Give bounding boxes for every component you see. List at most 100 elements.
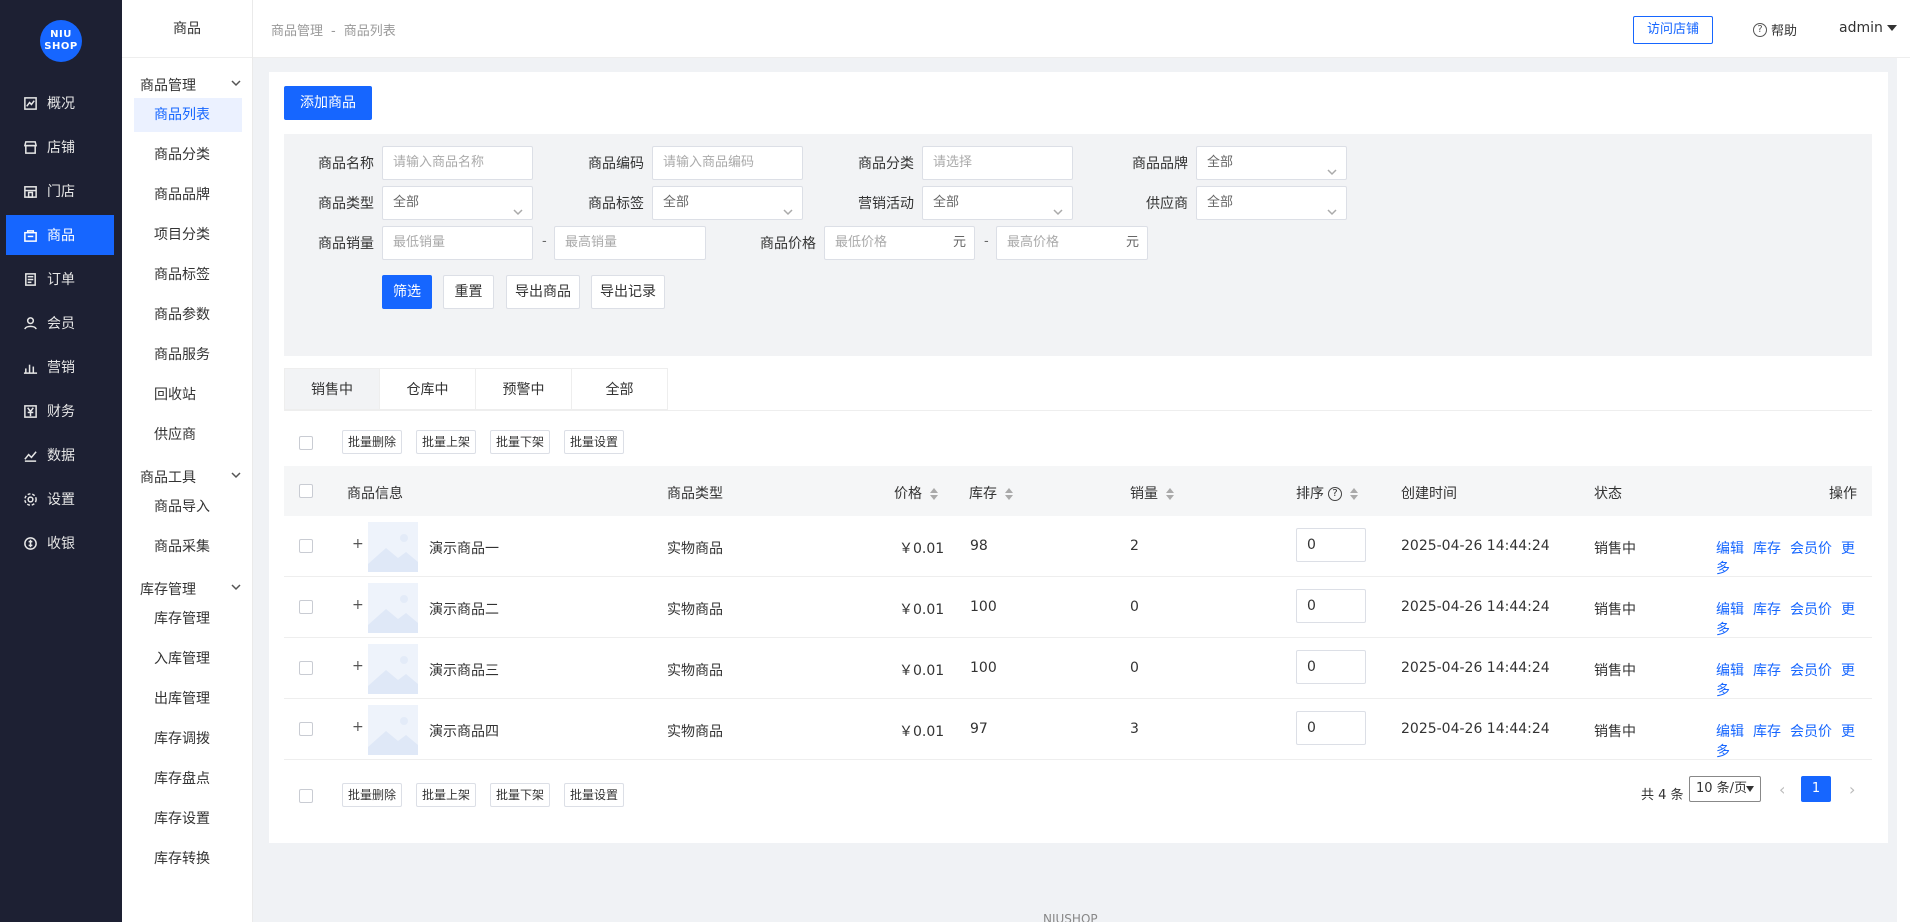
sort-caret-icon[interactable] xyxy=(930,487,938,501)
expand-sku-icon[interactable]: + xyxy=(352,536,364,552)
goods-name[interactable]: 演示商品一 xyxy=(429,538,499,558)
rail-item-1[interactable]: 店铺 xyxy=(6,127,114,167)
submenu-item[interactable]: 商品品牌 xyxy=(134,178,242,212)
marketing-activity-select[interactable]: 全部 xyxy=(922,186,1073,220)
col-sales[interactable]: 销量 xyxy=(1130,483,1174,503)
rail-item-0[interactable]: 概况 xyxy=(6,83,114,123)
edit-link[interactable]: 编辑 xyxy=(1716,541,1744,557)
max-price-input[interactable]: 最高价格 元 xyxy=(996,226,1148,260)
row-checkbox[interactable] xyxy=(299,722,313,736)
row-checkbox[interactable] xyxy=(299,600,313,614)
sort-order-input[interactable]: 0 xyxy=(1296,711,1366,745)
add-goods-button[interactable]: 添加商品 xyxy=(284,86,372,120)
export-goods-button[interactable]: 导出商品 xyxy=(506,275,580,309)
stock-link[interactable]: 库存 xyxy=(1753,602,1781,618)
goods-code-input[interactable]: 请输入商品编码 xyxy=(652,146,803,180)
submenu-group-2[interactable]: 库存管理 xyxy=(140,578,242,600)
expand-sku-icon[interactable]: + xyxy=(352,719,364,735)
submenu-item[interactable]: 商品参数 xyxy=(134,298,242,332)
edit-link[interactable]: 编辑 xyxy=(1716,663,1744,679)
page-number-current[interactable]: 1 xyxy=(1801,776,1831,802)
submenu-item[interactable]: 商品分类 xyxy=(134,138,242,172)
min-price-input[interactable]: 最低价格 元 xyxy=(824,226,975,260)
rail-item-9[interactable]: 设置 xyxy=(6,479,114,519)
batch-off-shelf-button[interactable]: 批量下架 xyxy=(490,430,551,454)
rail-item-7[interactable]: 财务 xyxy=(6,391,114,431)
goods-brand-select[interactable]: 全部 xyxy=(1196,146,1347,180)
sort-caret-icon[interactable] xyxy=(1166,487,1174,501)
edit-link[interactable]: 编辑 xyxy=(1716,602,1744,618)
rail-item-6[interactable]: 营销 xyxy=(6,347,114,387)
goods-type-select[interactable]: 全部 xyxy=(382,186,533,220)
rail-item-8[interactable]: 数据 xyxy=(6,435,114,475)
bottom-batch-off-shelf-button[interactable]: 批量下架 xyxy=(490,783,551,807)
bottom-select-all-checkbox[interactable] xyxy=(299,789,313,803)
submenu-group-1[interactable]: 商品工具 xyxy=(140,466,242,488)
batch-delete-button[interactable]: 批量删除 xyxy=(342,430,403,454)
page-size-select[interactable]: 10 条/页 xyxy=(1689,776,1761,802)
submenu-group-0[interactable]: 商品管理 xyxy=(140,74,242,96)
min-sales-input[interactable]: 最低销量 xyxy=(382,226,533,260)
max-sales-input[interactable]: 最高销量 xyxy=(554,226,706,260)
help-link[interactable]: ? 帮助 xyxy=(1753,20,1797,39)
tab-warning[interactable]: 预警中 xyxy=(476,368,572,410)
submenu-item[interactable]: 库存转换 xyxy=(134,842,242,876)
supplier-select[interactable]: 全部 xyxy=(1196,186,1347,220)
submenu-item[interactable]: 库存管理 xyxy=(134,602,242,636)
submenu-item[interactable]: 回收站 xyxy=(134,378,242,412)
next-page-icon[interactable]: › xyxy=(1849,780,1855,799)
submenu-item[interactable]: 库存调拨 xyxy=(134,722,242,756)
rail-item-4[interactable]: 订单 xyxy=(6,259,114,299)
row-checkbox[interactable] xyxy=(299,661,313,675)
prev-page-icon[interactable]: ‹ xyxy=(1779,780,1785,799)
rail-item-5[interactable]: 会员 xyxy=(6,303,114,343)
col-price[interactable]: 价格 xyxy=(894,483,938,503)
rail-item-2[interactable]: 门店 xyxy=(6,171,114,211)
submenu-item[interactable]: 出库管理 xyxy=(134,682,242,716)
goods-name[interactable]: 演示商品二 xyxy=(429,599,499,619)
sort-order-input[interactable]: 0 xyxy=(1296,528,1366,562)
niushop-logo[interactable]: NIU SHOP xyxy=(40,20,82,62)
sort-order-input[interactable]: 0 xyxy=(1296,589,1366,623)
member-price-link[interactable]: 会员价 xyxy=(1790,724,1832,740)
submenu-item[interactable]: 商品标签 xyxy=(134,258,242,292)
col-sort[interactable]: 排序? xyxy=(1296,483,1358,503)
stock-link[interactable]: 库存 xyxy=(1753,663,1781,679)
goods-name[interactable]: 演示商品四 xyxy=(429,721,499,741)
user-menu[interactable]: admin xyxy=(1839,20,1897,36)
batch-setting-button[interactable]: 批量设置 xyxy=(564,430,625,454)
goods-category-select[interactable]: 请选择 xyxy=(922,146,1073,180)
sort-order-input[interactable]: 0 xyxy=(1296,650,1366,684)
submenu-item[interactable]: 商品采集 xyxy=(134,530,242,564)
stock-link[interactable]: 库存 xyxy=(1753,541,1781,557)
bottom-batch-setting-button[interactable]: 批量设置 xyxy=(564,783,625,807)
goods-tag-select[interactable]: 全部 xyxy=(652,186,803,220)
rail-item-3[interactable]: 商品 xyxy=(6,215,114,255)
goods-name-input[interactable]: 请输入商品名称 xyxy=(382,146,533,180)
tab-in-warehouse[interactable]: 仓库中 xyxy=(380,368,476,410)
submenu-item[interactable]: 商品列表 xyxy=(134,98,242,132)
reset-button[interactable]: 重置 xyxy=(443,275,494,309)
edit-link[interactable]: 编辑 xyxy=(1716,724,1744,740)
submenu-item[interactable]: 库存盘点 xyxy=(134,762,242,796)
tab-on-sale[interactable]: 销售中 xyxy=(284,368,380,410)
submenu-item[interactable]: 库存设置 xyxy=(134,802,242,836)
member-price-link[interactable]: 会员价 xyxy=(1790,602,1832,618)
breadcrumb-item-goods-manage[interactable]: 商品管理 xyxy=(271,24,323,39)
header-select-all-checkbox[interactable] xyxy=(299,484,313,498)
sort-caret-icon[interactable] xyxy=(1350,487,1358,501)
submenu-item[interactable]: 供应商 xyxy=(134,418,242,452)
row-checkbox[interactable] xyxy=(299,539,313,553)
submenu-item[interactable]: 入库管理 xyxy=(134,642,242,676)
vertical-scrollbar[interactable] xyxy=(1897,58,1910,922)
sort-caret-icon[interactable] xyxy=(1005,487,1013,501)
submenu-item[interactable]: 商品导入 xyxy=(134,490,242,524)
question-circle-icon[interactable]: ? xyxy=(1328,487,1342,501)
expand-sku-icon[interactable]: + xyxy=(352,658,364,674)
stock-link[interactable]: 库存 xyxy=(1753,724,1781,740)
expand-sku-icon[interactable]: + xyxy=(352,597,364,613)
export-log-button[interactable]: 导出记录 xyxy=(591,275,665,309)
submenu-item[interactable]: 商品服务 xyxy=(134,338,242,372)
filter-button[interactable]: 筛选 xyxy=(382,275,432,309)
goods-name[interactable]: 演示商品三 xyxy=(429,660,499,680)
